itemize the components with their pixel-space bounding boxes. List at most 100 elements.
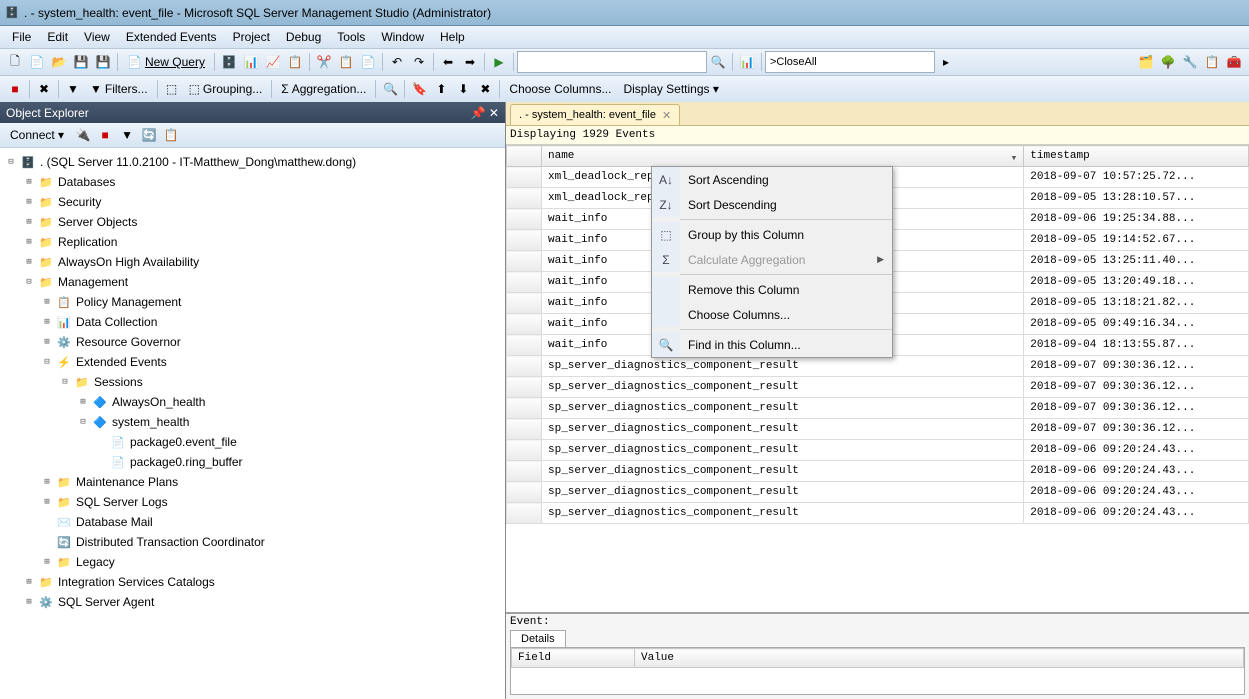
expand-icon[interactable]: ⊞ bbox=[22, 257, 36, 267]
expand-icon[interactable]: ⊞ bbox=[76, 397, 90, 407]
menu-window[interactable]: Window bbox=[373, 28, 432, 46]
name-cell[interactable]: sp_server_diagnostics_component_result bbox=[542, 482, 1024, 503]
solution-config-combo[interactable] bbox=[517, 51, 707, 73]
maintenance-plans-node[interactable]: Maintenance Plans bbox=[74, 474, 180, 490]
sort-descending-item[interactable]: Z↓Sort Descending bbox=[652, 192, 892, 217]
new-project-icon[interactable]: 🗋 bbox=[5, 52, 25, 72]
expand-icon[interactable]: ⊞ bbox=[40, 297, 54, 307]
save-all-icon[interactable]: 💾 bbox=[93, 52, 113, 72]
properties-icon[interactable]: 📋 bbox=[1202, 52, 1222, 72]
nav-back-icon[interactable]: ⬅ bbox=[438, 52, 458, 72]
add-item-icon[interactable]: 📄 bbox=[27, 52, 47, 72]
timestamp-cell[interactable]: 2018-09-05 09:49:16.34... bbox=[1024, 314, 1249, 335]
expand-icon[interactable]: ⊟ bbox=[4, 157, 18, 167]
expand-icon[interactable]: ⊞ bbox=[22, 577, 36, 587]
menu-tools[interactable]: Tools bbox=[329, 28, 373, 46]
expand-icon[interactable]: ⊞ bbox=[22, 237, 36, 247]
choose-columns-item[interactable]: Choose Columns... bbox=[652, 302, 892, 327]
bookmark-next-icon[interactable]: ⬇ bbox=[453, 79, 473, 99]
table-row[interactable]: sp_server_diagnostics_component_result20… bbox=[507, 482, 1249, 503]
expand-icon[interactable]: ⊞ bbox=[40, 477, 54, 487]
expand-icon[interactable]: ⊞ bbox=[40, 317, 54, 327]
timestamp-cell[interactable]: 2018-09-04 18:13:55.87... bbox=[1024, 335, 1249, 356]
alwayson-health-node[interactable]: AlwaysOn_health bbox=[110, 394, 207, 410]
timestamp-cell[interactable]: 2018-09-05 13:18:21.82... bbox=[1024, 293, 1249, 314]
stop-feed-icon[interactable]: ■ bbox=[5, 79, 25, 99]
expand-icon[interactable]: ⊟ bbox=[40, 357, 54, 367]
registered-servers-icon[interactable]: 🗂️ bbox=[1136, 52, 1156, 72]
timestamp-cell[interactable]: 2018-09-05 13:20:49.18... bbox=[1024, 272, 1249, 293]
name-cell[interactable]: sp_server_diagnostics_component_result bbox=[542, 440, 1024, 461]
document-tab[interactable]: . - system_health: event_file✕ bbox=[510, 104, 680, 125]
expand-icon[interactable]: ⊞ bbox=[40, 337, 54, 347]
field-column-header[interactable]: Field bbox=[512, 649, 635, 668]
expand-icon[interactable]: ⊟ bbox=[22, 277, 36, 287]
row-header[interactable] bbox=[507, 167, 542, 188]
mdx-query-icon[interactable]: 📊 bbox=[241, 52, 261, 72]
timestamp-cell[interactable]: 2018-09-06 09:20:24.43... bbox=[1024, 482, 1249, 503]
dtc-node[interactable]: Distributed Transaction Coordinator bbox=[74, 534, 267, 550]
expand-icon[interactable]: ⊞ bbox=[40, 557, 54, 567]
redo-icon[interactable]: ↷ bbox=[409, 52, 429, 72]
clear-icon[interactable]: ✖ bbox=[34, 79, 54, 99]
expand-icon[interactable]: ⊞ bbox=[40, 497, 54, 507]
name-column-header[interactable]: name▾ bbox=[542, 146, 1024, 167]
activity-monitor-icon[interactable]: 📊 bbox=[737, 52, 757, 72]
sql-agent-node[interactable]: SQL Server Agent bbox=[56, 594, 156, 610]
name-cell[interactable]: sp_server_diagnostics_component_result bbox=[542, 461, 1024, 482]
expand-icon[interactable]: ⊞ bbox=[22, 597, 36, 607]
expand-icon[interactable]: ⊞ bbox=[22, 177, 36, 187]
row-header[interactable] bbox=[507, 482, 542, 503]
object-explorer-tree[interactable]: ⊟🗄️. (SQL Server 11.0.2100 - IT-Matthew_… bbox=[0, 148, 505, 699]
integration-services-node[interactable]: Integration Services Catalogs bbox=[56, 574, 217, 590]
row-header[interactable] bbox=[507, 209, 542, 230]
aggregation-button[interactable]: ΣAggregation... bbox=[275, 82, 372, 96]
open-icon[interactable]: 📂 bbox=[49, 52, 69, 72]
menu-debug[interactable]: Debug bbox=[278, 28, 329, 46]
table-row[interactable]: sp_server_diagnostics_component_result20… bbox=[507, 503, 1249, 524]
data-collection-node[interactable]: Data Collection bbox=[74, 314, 159, 330]
timestamp-cell[interactable]: 2018-09-07 10:57:25.72... bbox=[1024, 167, 1249, 188]
template-browser-icon[interactable]: 🔧 bbox=[1180, 52, 1200, 72]
table-row[interactable]: sp_server_diagnostics_component_result20… bbox=[507, 440, 1249, 461]
row-header[interactable] bbox=[507, 419, 542, 440]
timestamp-column-header[interactable]: timestamp bbox=[1024, 146, 1249, 167]
bookmark-clear-icon[interactable]: ✖ bbox=[475, 79, 495, 99]
extended-events-node[interactable]: Extended Events bbox=[74, 354, 169, 370]
timestamp-cell[interactable]: 2018-09-06 09:20:24.43... bbox=[1024, 503, 1249, 524]
cut-icon[interactable]: ✂️ bbox=[314, 52, 334, 72]
menu-project[interactable]: Project bbox=[225, 28, 278, 46]
ring-buffer-node[interactable]: package0.ring_buffer bbox=[128, 454, 245, 470]
stop-icon[interactable]: ■ bbox=[95, 125, 115, 145]
expand-icon[interactable]: ⊞ bbox=[22, 217, 36, 227]
timestamp-cell[interactable]: 2018-09-06 19:25:34.88... bbox=[1024, 209, 1249, 230]
menu-file[interactable]: File bbox=[4, 28, 39, 46]
resource-governor-node[interactable]: Resource Governor bbox=[74, 334, 183, 350]
grouping-button[interactable]: ⬚Grouping... bbox=[183, 82, 269, 96]
group-by-column-item[interactable]: ⬚Group by this Column bbox=[652, 222, 892, 247]
name-cell[interactable]: sp_server_diagnostics_component_result bbox=[542, 377, 1024, 398]
db-engine-query-icon[interactable]: 🗄️ bbox=[219, 52, 239, 72]
management-node[interactable]: Management bbox=[56, 274, 130, 290]
menu-help[interactable]: Help bbox=[432, 28, 473, 46]
row-header[interactable] bbox=[507, 503, 542, 524]
sessions-node[interactable]: Sessions bbox=[92, 374, 145, 390]
details-tab[interactable]: Details bbox=[510, 630, 566, 647]
dmx-query-icon[interactable]: 📈 bbox=[263, 52, 283, 72]
name-cell[interactable]: sp_server_diagnostics_component_result bbox=[542, 356, 1024, 377]
server-node[interactable]: . (SQL Server 11.0.2100 - IT-Matthew_Don… bbox=[38, 154, 358, 170]
row-header[interactable] bbox=[507, 398, 542, 419]
filter-oe-icon[interactable]: ▼ bbox=[117, 125, 137, 145]
paste-icon[interactable]: 📄 bbox=[358, 52, 378, 72]
timestamp-cell[interactable]: 2018-09-06 09:20:24.43... bbox=[1024, 440, 1249, 461]
row-header[interactable] bbox=[507, 335, 542, 356]
filters-button[interactable]: ▼Filters... bbox=[84, 82, 154, 96]
expand-icon[interactable]: ⊟ bbox=[58, 377, 72, 387]
undo-icon[interactable]: ↶ bbox=[387, 52, 407, 72]
expand-icon[interactable]: ⊟ bbox=[76, 417, 90, 427]
panel-pin-icon[interactable]: 📌 ✕ bbox=[471, 106, 499, 120]
timestamp-cell[interactable]: 2018-09-07 09:30:36.12... bbox=[1024, 377, 1249, 398]
table-row[interactable]: sp_server_diagnostics_component_result20… bbox=[507, 398, 1249, 419]
menu-edit[interactable]: Edit bbox=[39, 28, 76, 46]
toolbox-icon[interactable]: 🧰 bbox=[1224, 52, 1244, 72]
